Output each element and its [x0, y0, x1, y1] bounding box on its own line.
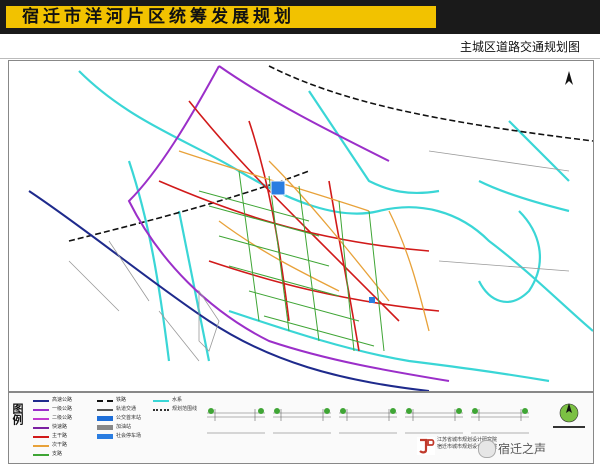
- legend-swatch: [33, 417, 49, 420]
- river-branch-east: [478, 120, 570, 213]
- watermark: 宿迁之声: [498, 442, 547, 456]
- station-icon-2: [369, 297, 375, 303]
- legend-swatch: [97, 416, 113, 421]
- road-cross-sections: [207, 408, 529, 434]
- legend-swatch: [33, 444, 49, 447]
- legend-item: 高速公路: [33, 396, 95, 405]
- river-branch-north: [308, 90, 440, 195]
- legend-item: 支路: [33, 450, 95, 459]
- legend-item: 轨道交通: [97, 405, 159, 414]
- legend-swatch: [153, 399, 169, 402]
- legend-item: 一级公路: [33, 405, 95, 414]
- legend-item: 加油站: [97, 423, 159, 432]
- page-title: 宿迁市洋河片区统筹发展规划: [22, 7, 295, 27]
- legend-item: 公交首末站: [97, 414, 159, 423]
- minor-roads: [68, 150, 570, 362]
- legend-swatch: [97, 408, 113, 411]
- legend-swatch: [33, 399, 49, 402]
- secondary-roads: [178, 150, 430, 332]
- map-canvas[interactable]: [8, 60, 594, 392]
- map-subtitle: 主城区道路交通规划图: [459, 40, 580, 54]
- expressway-north: [218, 65, 390, 162]
- station-icon: [270, 180, 286, 196]
- legend-swatch: [97, 399, 113, 402]
- institute-logo-icon: [417, 437, 435, 455]
- legend-item: 主干路: [33, 432, 95, 441]
- legend-item: 二级公路: [33, 414, 95, 423]
- legend-swatch: [33, 435, 49, 438]
- legend-title: 图例: [11, 403, 24, 425]
- compass-scale-icon: [553, 403, 585, 428]
- railway-lines: [68, 65, 593, 242]
- arterial-roads: [158, 100, 440, 352]
- legend-swatch: [97, 434, 113, 439]
- legend-swatch: [33, 453, 49, 456]
- legend-swatch: [97, 425, 113, 430]
- legend-column-2: 铁路 轨道交通 公交首末站 加油站 社会停车场: [97, 396, 159, 441]
- legend-swatch: [153, 408, 169, 411]
- legend-column-1: 高速公路 一级公路 二级公路 快速路 主干路 次干路 支路: [33, 396, 95, 459]
- legend-item: 快速路: [33, 423, 95, 432]
- legend-swatch: [33, 426, 49, 429]
- north-arrow-icon: [565, 71, 573, 85]
- legend-item: 社会停车场: [97, 432, 159, 441]
- legend-swatch: [33, 408, 49, 411]
- legend-item: 铁路: [97, 396, 159, 405]
- wechat-icon: [478, 440, 496, 458]
- road-network-map: [28, 65, 593, 391]
- legend-item: 次干路: [33, 441, 95, 450]
